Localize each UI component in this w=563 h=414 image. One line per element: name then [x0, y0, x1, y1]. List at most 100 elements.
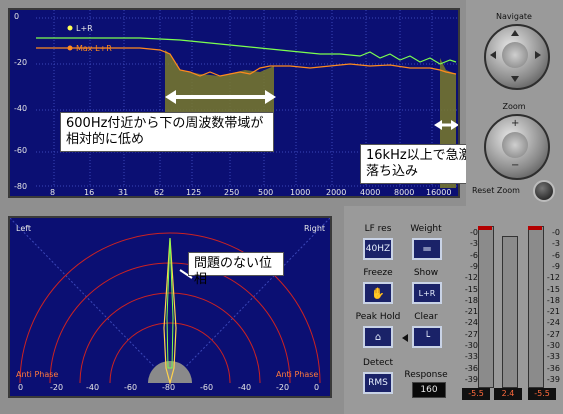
scope-x-2: -40: [86, 383, 100, 392]
clear-button[interactable]: └: [412, 326, 442, 348]
x-tick-4: 125: [186, 188, 202, 197]
meter-scale-left-13: -39: [464, 374, 478, 384]
weight-label: Weight: [410, 224, 442, 234]
meter-scale-left-11: -33: [464, 352, 478, 362]
meter-scale-left-12: -36: [464, 363, 478, 373]
meter-scale-right-5: -15: [546, 284, 560, 294]
x-tick-7: 1000: [290, 188, 311, 197]
scope-x-6: -40: [238, 383, 252, 392]
meter-scale-left-5: -15: [464, 284, 478, 294]
show-button[interactable]: L+R: [412, 282, 442, 304]
x-tick-0: 8: [50, 188, 56, 197]
meter-left: [478, 226, 494, 388]
scope-left-label: Left: [16, 224, 32, 233]
freeze-button[interactable]: ✋: [363, 282, 393, 304]
scope-trace-green: [166, 237, 174, 369]
nav-right-icon[interactable]: [535, 51, 541, 59]
meter-scale-right-2: -6: [552, 250, 560, 260]
meter-scale-left-7: -21: [464, 307, 478, 317]
peak-hold-arrow-icon[interactable]: [402, 334, 408, 342]
highlight-low: [165, 50, 274, 120]
meter-scale-right-12: -36: [546, 363, 560, 373]
arrow-high-head-left: [434, 120, 442, 130]
meter-scale-right-4: -12: [546, 273, 560, 283]
x-tick-6: 500: [258, 188, 274, 197]
meter-left-peak: [478, 226, 492, 230]
meter-scale-left-3: -9: [470, 261, 478, 271]
scope-diag-right: [169, 218, 330, 384]
readout-left: -5.5: [462, 388, 490, 400]
peak-icon: ⌂: [374, 331, 382, 343]
clear-icon: └: [423, 331, 431, 343]
annotation-phase: 問題のない位相: [188, 252, 284, 287]
scope-x-8: 0: [314, 383, 320, 392]
meter-scale-right-3: -9: [552, 261, 560, 271]
x-tick-8: 2000: [326, 188, 347, 197]
zoom-plus-icon[interactable]: +: [511, 118, 519, 129]
x-tick-1: 16: [84, 188, 95, 197]
legend-label-2: Max L+R: [76, 44, 112, 53]
scope-x-0: 0: [18, 383, 24, 392]
x-tick-9: 4000: [360, 188, 381, 197]
meter-scale-right-0: -0: [552, 228, 560, 237]
meter-scale-left-9: -27: [464, 329, 478, 339]
meter-scale-right-1: -3: [552, 239, 560, 249]
meter-scale-left-1: -3: [470, 239, 478, 249]
y-tick-3: -60: [14, 146, 28, 155]
scope-right-label: Right: [304, 224, 326, 233]
meter-scale-right-9: -27: [546, 329, 560, 339]
nav-down-icon[interactable]: [511, 76, 519, 82]
legend-dot-2: [67, 45, 73, 51]
meter-scale-left-6: -18: [464, 295, 478, 305]
y-tick-0: 0: [14, 12, 20, 21]
weight-button[interactable]: ═: [412, 238, 442, 260]
lf-res-button[interactable]: 40HZ: [363, 238, 393, 260]
meter-scale-right-8: -24: [546, 318, 560, 328]
scope-center: [148, 361, 192, 383]
nav-left-icon[interactable]: [490, 51, 496, 59]
clear-label: Clear: [414, 312, 438, 322]
detect-label: Detect: [362, 358, 393, 368]
scope-x-5: -60: [200, 383, 214, 392]
response-label: Response: [404, 370, 448, 380]
readout-mid: 2.4: [494, 388, 522, 400]
x-tick-11: 16000: [426, 188, 452, 197]
meter-scale-right-7: -21: [546, 307, 560, 317]
legend-label-1: L+R: [76, 24, 93, 33]
anti-phase-right: Anti Phase: [276, 370, 319, 379]
zoom-pad[interactable]: [502, 132, 528, 158]
y-tick-2: -40: [14, 104, 28, 113]
y-tick-4: -80: [14, 182, 28, 191]
scope-screen[interactable]: Left Right Anti Phase Anti Phase 0 -20 -…: [8, 216, 332, 398]
zoom-title: Zoom: [502, 102, 526, 111]
zoom-minus-icon[interactable]: −: [511, 160, 519, 171]
detect-button[interactable]: RMS: [363, 372, 393, 394]
hand-icon: ✋: [371, 286, 385, 300]
meter-scale-left-4: -12: [464, 273, 478, 283]
scope-x-4: -80: [162, 383, 176, 392]
meter-scale-right-10: -30: [546, 341, 560, 350]
meter-scale-left-0: -0: [470, 228, 478, 237]
nav-up-icon[interactable]: [511, 30, 519, 36]
show-label: Show: [413, 268, 439, 278]
peak-hold-button[interactable]: ⌂: [363, 326, 393, 348]
scope-x-7: -20: [276, 383, 290, 392]
meter-scale-left-2: -6: [470, 250, 478, 260]
scope-x-1: -20: [50, 383, 64, 392]
meter-scale-right-11: -33: [546, 352, 560, 362]
readout-right: -5.5: [528, 388, 556, 400]
y-tick-1: -20: [14, 58, 28, 67]
response-field[interactable]: 160: [412, 382, 446, 398]
anti-phase-left: Anti Phase: [16, 370, 59, 379]
navigate-pad[interactable]: [502, 42, 528, 68]
scope-diag-left: [10, 218, 171, 384]
scope-x-3: -60: [124, 383, 138, 392]
legend-dot-1: [67, 25, 73, 31]
meter-scale-right-13: -39: [546, 374, 560, 384]
x-tick-3: 62: [154, 188, 165, 197]
reset-zoom-button[interactable]: [533, 180, 555, 202]
meter-mid: [502, 236, 518, 388]
reset-zoom-label: Reset Zoom: [472, 186, 520, 195]
x-tick-2: 31: [118, 188, 129, 197]
meter-scale-left-10: -30: [464, 341, 478, 350]
